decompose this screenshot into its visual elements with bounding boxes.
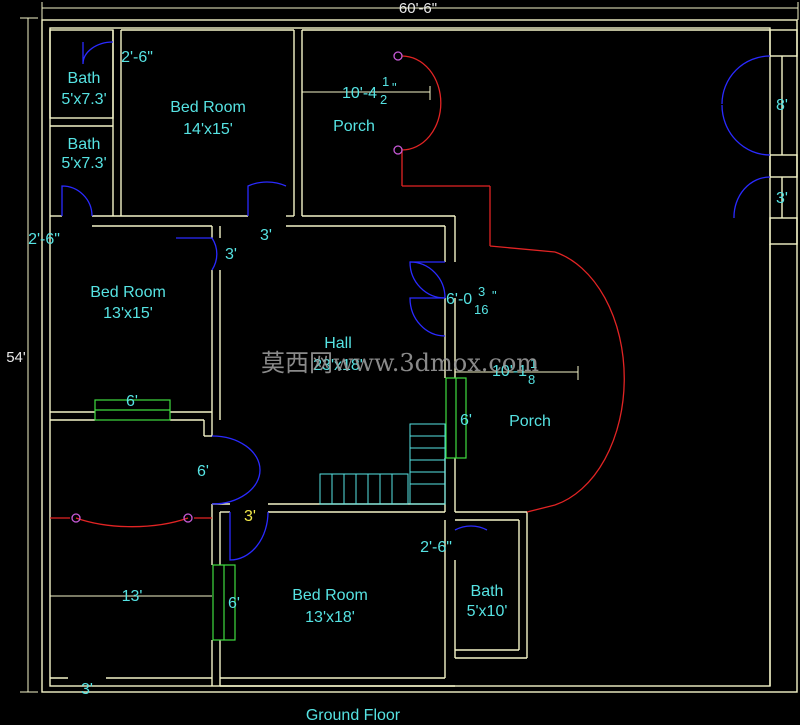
gate-large-dim: 8' xyxy=(776,97,788,114)
bath1-name: Bath xyxy=(68,70,101,87)
floor-title: Ground Floor xyxy=(306,707,401,724)
overall-depth-label: 54' xyxy=(6,349,26,366)
porch1-frac-num: 1 xyxy=(382,74,389,89)
porch1-name: Porch xyxy=(333,118,375,135)
door-bath3-dim: 2'-6" xyxy=(420,539,452,556)
bath2-name: Bath xyxy=(68,136,101,153)
windows xyxy=(94,377,467,641)
hall-porch-door-dim: 6'-0 xyxy=(446,291,472,308)
window-bed3-dim: 6' xyxy=(228,595,240,612)
bed2-name: Bed Room xyxy=(90,284,166,301)
hall-porch-frac-den: 16 xyxy=(474,302,488,317)
porch1-dim: 10'-4 xyxy=(342,85,377,102)
hall-porch-inch-mark: " xyxy=(492,288,497,303)
gate-small-dim: 3' xyxy=(776,190,788,207)
bath2-size: 5'x7.3' xyxy=(61,155,106,172)
door-left-dim: 2'-6" xyxy=(28,231,60,248)
bed3-name: Bed Room xyxy=(292,587,368,604)
door-hall-left-dim: 6' xyxy=(197,463,209,480)
porch2-name: Porch xyxy=(509,413,551,430)
door-bottom-dim: 3' xyxy=(81,681,93,698)
door-bed3-dim: 3' xyxy=(244,508,256,525)
bed1-name: Bed Room xyxy=(170,99,246,116)
bath3-size: 5'x10' xyxy=(467,603,508,620)
door-bed2-dim: 3' xyxy=(225,246,237,263)
width-left-dim: 13' xyxy=(122,588,143,605)
bed3-size: 13'x18' xyxy=(305,609,355,626)
hall-porch-frac-num: 3 xyxy=(478,284,485,299)
floor-plan: 60'-6" 54' Bath 5'x7.3' Bath 5'x7.3' Bed… xyxy=(6,0,799,724)
bath1-size: 5'x7.3' xyxy=(61,91,106,108)
door-bath1-dim: 2'-6" xyxy=(121,49,153,66)
bed2-size: 13'x15' xyxy=(103,305,153,322)
watermark: 莫西网www.3dmox.com xyxy=(261,349,539,377)
overall-width-label: 60'-6" xyxy=(399,0,437,17)
porch1-frac-den: 2 xyxy=(380,92,387,107)
porch1-inch-mark: " xyxy=(392,80,397,95)
bed1-size: 14'x15' xyxy=(183,121,233,138)
hall-porch-window-dim: 6' xyxy=(460,412,472,429)
stairs xyxy=(319,423,446,505)
bath3-name: Bath xyxy=(471,583,504,600)
window-bed2-dim: 6' xyxy=(126,393,138,410)
door-bed1-dim: 3' xyxy=(260,227,272,244)
door-swings xyxy=(61,41,771,561)
